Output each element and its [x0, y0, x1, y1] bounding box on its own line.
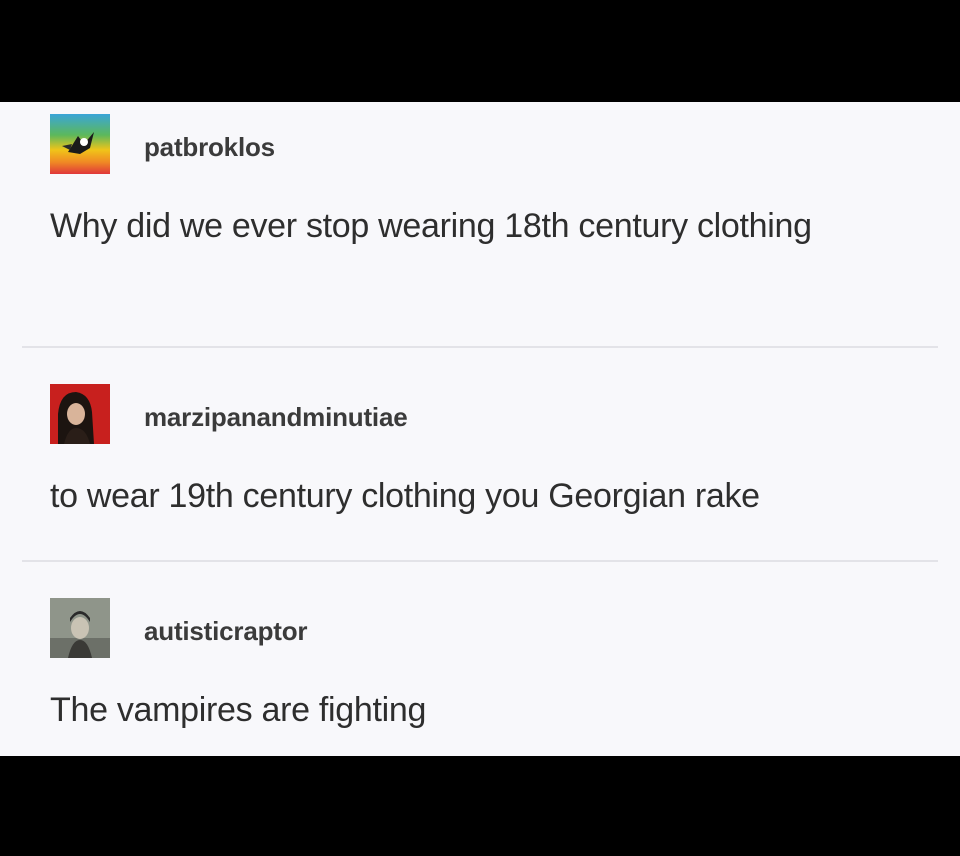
- bottom-letterbox: [0, 756, 960, 856]
- post-text: to wear 19th century clothing you Georgi…: [50, 477, 760, 515]
- post-text: Why did we ever stop wearing 18th centur…: [50, 207, 812, 245]
- username[interactable]: autisticraptor: [144, 616, 308, 647]
- post-text: The vampires are fighting: [50, 691, 427, 729]
- top-letterbox: [0, 0, 960, 102]
- username[interactable]: marzipanandminutiae: [144, 402, 408, 433]
- rainbow-avatar-icon[interactable]: [50, 114, 110, 174]
- divider: [22, 346, 938, 348]
- photo-avatar-icon[interactable]: [50, 598, 110, 658]
- username[interactable]: patbroklos: [144, 132, 275, 163]
- divider: [22, 560, 938, 562]
- portrait-avatar-icon[interactable]: [50, 384, 110, 444]
- post-thread: patbroklos Why did we ever stop wearing …: [0, 102, 960, 756]
